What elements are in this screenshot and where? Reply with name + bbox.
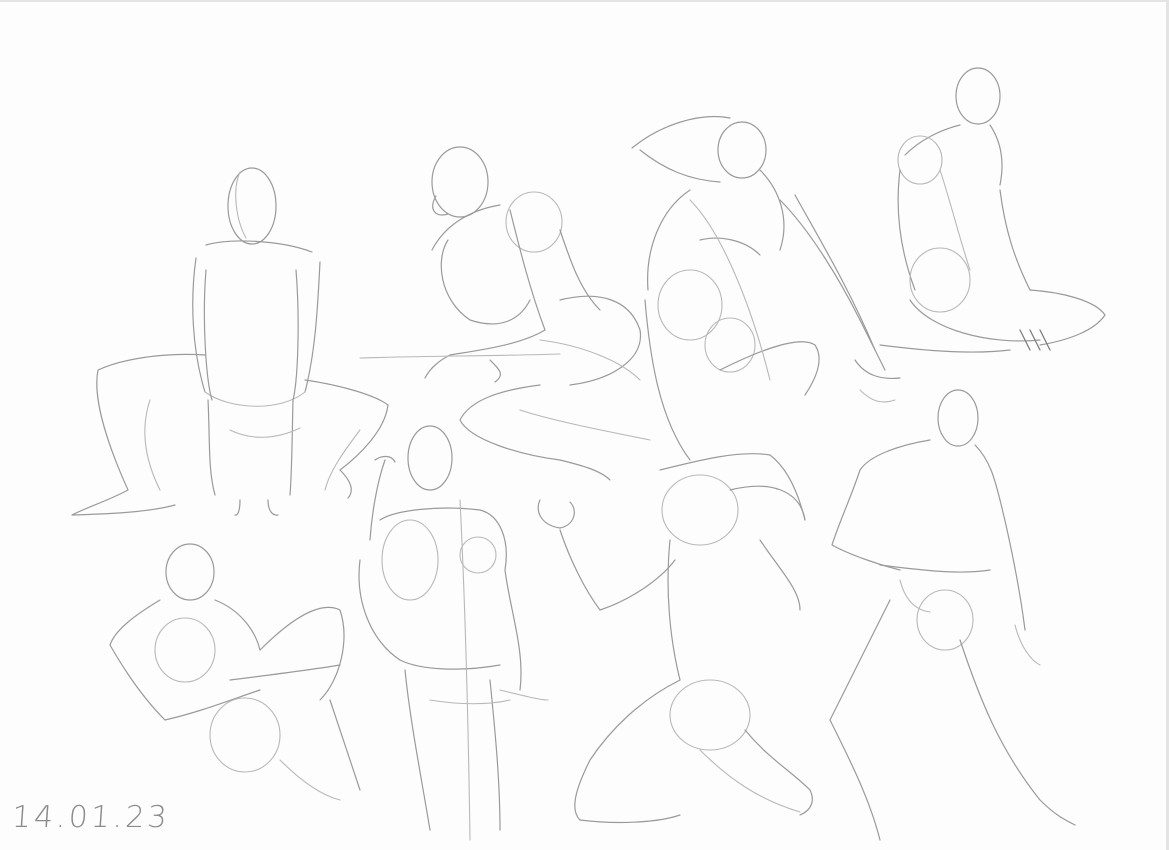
gesture-drawings xyxy=(71,67,1106,841)
sketch-date: 14.01.23 xyxy=(10,800,171,835)
figure-leaning-dynamic xyxy=(631,115,901,461)
figure-reclining xyxy=(109,543,361,801)
figure-standing-front xyxy=(358,425,549,841)
figure-squatting-back xyxy=(71,167,389,516)
sketch-sheet: 14.01.23 xyxy=(0,0,1169,850)
figure-crouching-reach xyxy=(359,146,651,481)
figure-seated-back xyxy=(879,67,1106,353)
figure-lunging xyxy=(829,389,1076,841)
figure-kneeling xyxy=(537,453,813,824)
